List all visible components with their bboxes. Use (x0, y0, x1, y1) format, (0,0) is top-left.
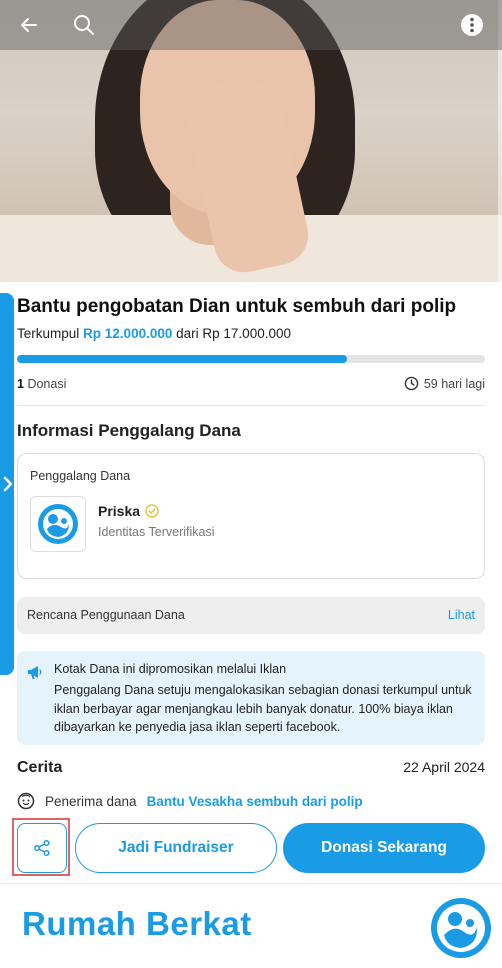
more-options-button[interactable] (454, 7, 490, 43)
verified-badge-icon (145, 504, 159, 518)
brand-logo-icon (431, 898, 491, 958)
share-button[interactable] (17, 823, 67, 873)
days-remaining-text: 59 hari lagi (423, 376, 485, 391)
share-icon (33, 839, 50, 857)
back-button[interactable] (11, 7, 47, 43)
fund-usage-plan-row[interactable]: Rencana Penggunaan Dana Lihat (17, 597, 485, 634)
brand-name: Rumah Berkat (22, 905, 252, 942)
fundraiser-name: Priska (98, 503, 141, 519)
donation-progress-bar (17, 355, 485, 363)
progress-fill (17, 355, 348, 363)
raised-summary: Terkumpul Rp 12.000.000 dari Rp 17.000.0… (17, 326, 291, 341)
fundraiser-info-title: Informasi Penggalang Dana (17, 421, 241, 440)
story-date: 22 April 2024 (403, 759, 485, 775)
donate-now-button[interactable]: Donasi Sekarang (283, 823, 485, 873)
side-drawer-handle[interactable] (0, 293, 14, 675)
fundraiser-avatar (30, 496, 86, 552)
top-bar (0, 0, 502, 50)
fund-usage-plan-label: Rencana Penggunaan Dana (27, 608, 185, 622)
divider (0, 883, 502, 884)
fundraiser-label: Penggalang Dana (30, 469, 131, 483)
clock-icon (404, 376, 419, 391)
donation-count-number: 1 (17, 377, 24, 391)
donation-count: 1 Donasi (17, 377, 66, 391)
search-button[interactable] (66, 7, 102, 43)
more-vertical-icon (461, 14, 483, 36)
fundraiser-logo-icon (38, 504, 78, 544)
days-remaining: 59 hari lagi (404, 376, 485, 391)
chevron-right-icon (3, 476, 13, 492)
arrow-left-icon (21, 18, 37, 32)
ad-notice-box: Kotak Dana ini dipromosikan melalui Ikla… (17, 651, 485, 745)
target-amount: Rp 17.000.000 (202, 326, 291, 341)
donation-count-label: Donasi (27, 377, 67, 391)
divider (17, 405, 485, 406)
fundraiser-card[interactable]: Penggalang Dana Priska Identitas Terveri… (17, 453, 485, 579)
recipient-row: Penerima dana Bantu Vesakha sembuh dari … (17, 792, 363, 810)
ad-notice-body: Penggalang Dana setuju mengalokasikan se… (54, 683, 472, 734)
become-fundraiser-button[interactable]: Jadi Fundraiser (75, 823, 277, 873)
recipient-label: Penerima dana (45, 793, 137, 809)
raised-connector: dari (176, 326, 199, 341)
megaphone-icon (28, 666, 42, 679)
raised-amount: Rp 12.000.000 (83, 326, 173, 341)
raised-prefix: Terkumpul (17, 326, 80, 341)
verification-status: Identitas Terverifikasi (98, 525, 215, 539)
story-title: Cerita (17, 759, 63, 776)
recipient-link[interactable]: Bantu Vesakha sembuh dari polip (147, 794, 363, 809)
ad-notice-heading: Kotak Dana ini dipromosikan melalui Ikla… (54, 662, 287, 676)
fund-usage-plan-link[interactable]: Lihat (448, 608, 475, 622)
search-icon (74, 15, 94, 35)
campaign-title: Bantu pengobatan Dian untuk sembuh dari … (17, 296, 457, 317)
fundraiser-name-row: Priska (98, 503, 159, 519)
baby-face-icon (17, 792, 35, 810)
